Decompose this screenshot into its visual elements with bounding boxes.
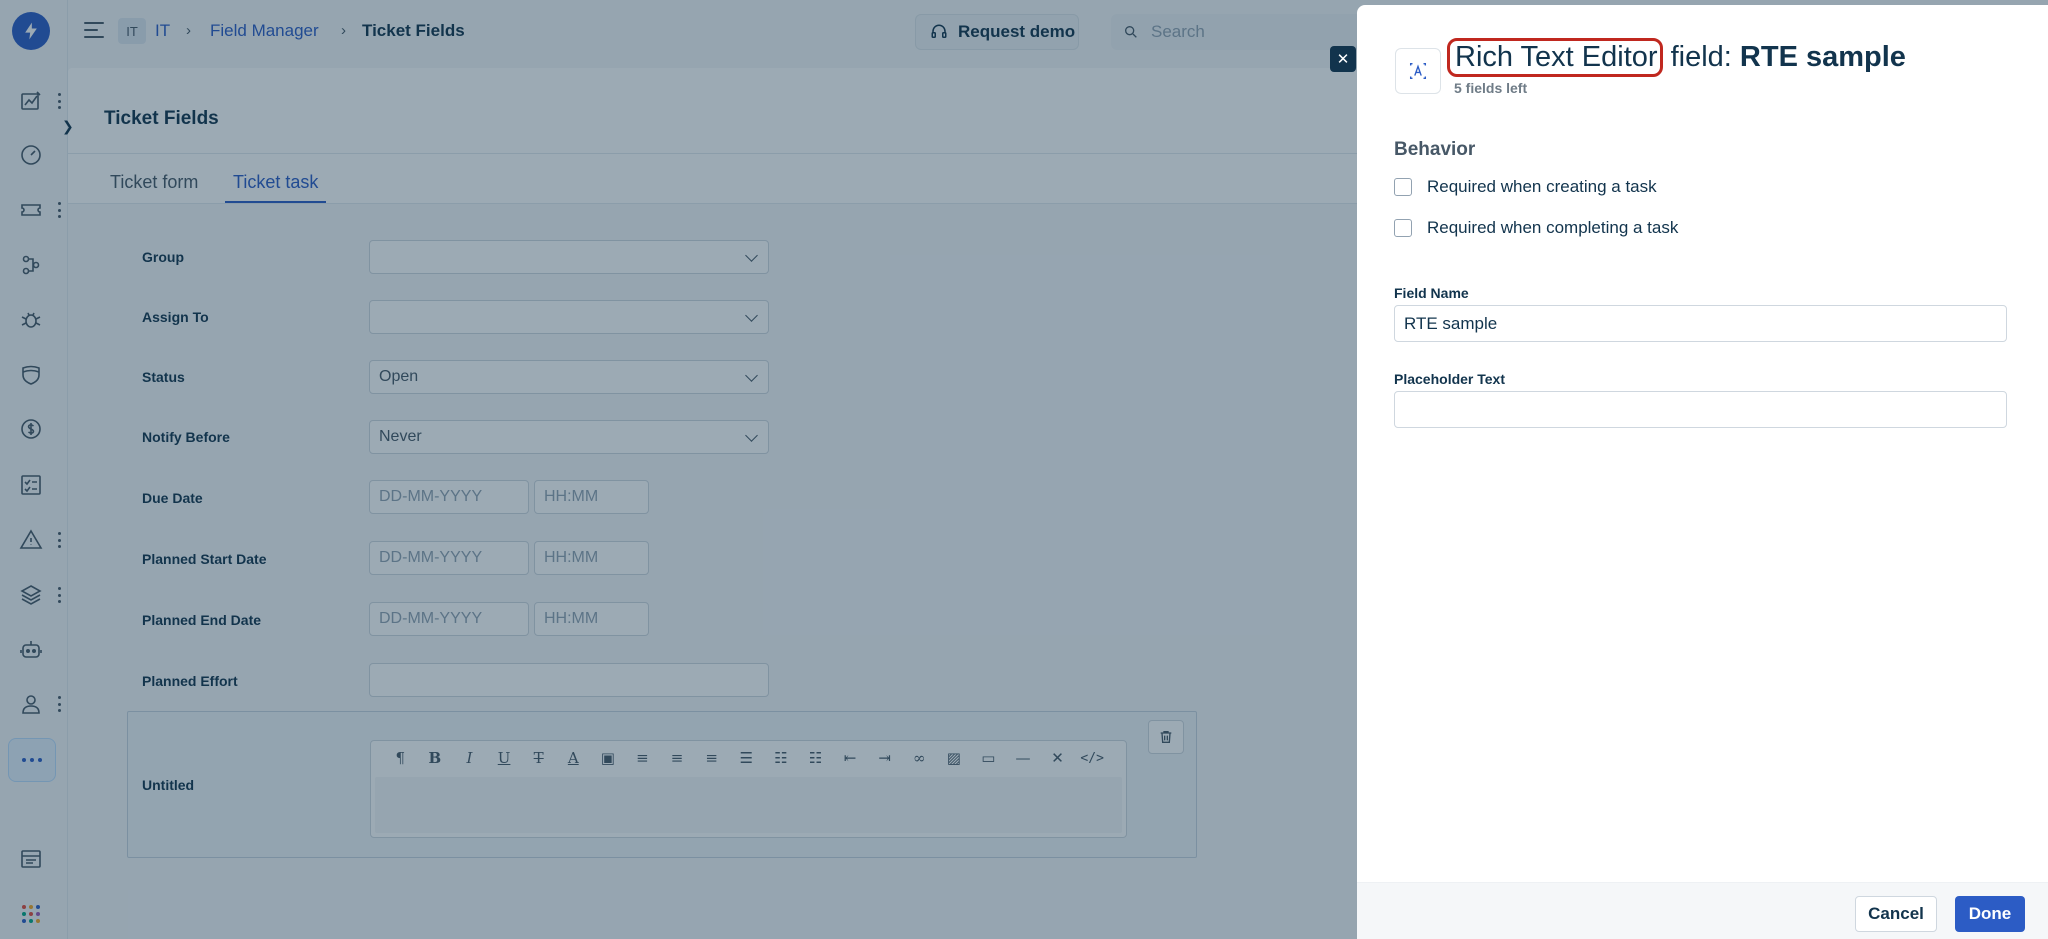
drawer-title: Rich Text Editor field: RTE sample	[1447, 38, 1906, 77]
close-icon[interactable]: ✕	[1330, 46, 1356, 72]
placeholder-text-input[interactable]	[1394, 391, 2007, 428]
required-creating-label: Required when creating a task	[1427, 177, 1657, 196]
required-creating-checkbox-row[interactable]: Required when creating a task	[1394, 177, 1657, 197]
field-type-label: Rich Text Editor	[1447, 38, 1663, 77]
rich-text-field-icon	[1395, 48, 1441, 94]
required-completing-checkbox-row[interactable]: Required when completing a task	[1394, 218, 1678, 238]
field-name-input[interactable]: RTE sample	[1394, 305, 2007, 342]
fields-left-count: 5 fields left	[1454, 80, 1528, 96]
required-completing-label: Required when completing a task	[1427, 218, 1679, 237]
behavior-section-title: Behavior	[1394, 139, 1476, 160]
required-completing-checkbox[interactable]	[1394, 219, 1412, 237]
done-button[interactable]: Done	[1955, 896, 2025, 932]
drawer-title-middle: field:	[1662, 41, 1740, 73]
placeholder-text-label: Placeholder Text	[1394, 371, 1506, 387]
field-name-label: Field Name	[1394, 285, 1469, 301]
required-creating-checkbox[interactable]	[1394, 178, 1412, 196]
drawer-footer: Cancel Done	[1357, 882, 2048, 939]
field-title: RTE sample	[1739, 41, 1906, 73]
field-settings-drawer: Rich Text Editor field: RTE sample 5 fie…	[1357, 5, 2048, 939]
cancel-button[interactable]: Cancel	[1855, 896, 1937, 932]
